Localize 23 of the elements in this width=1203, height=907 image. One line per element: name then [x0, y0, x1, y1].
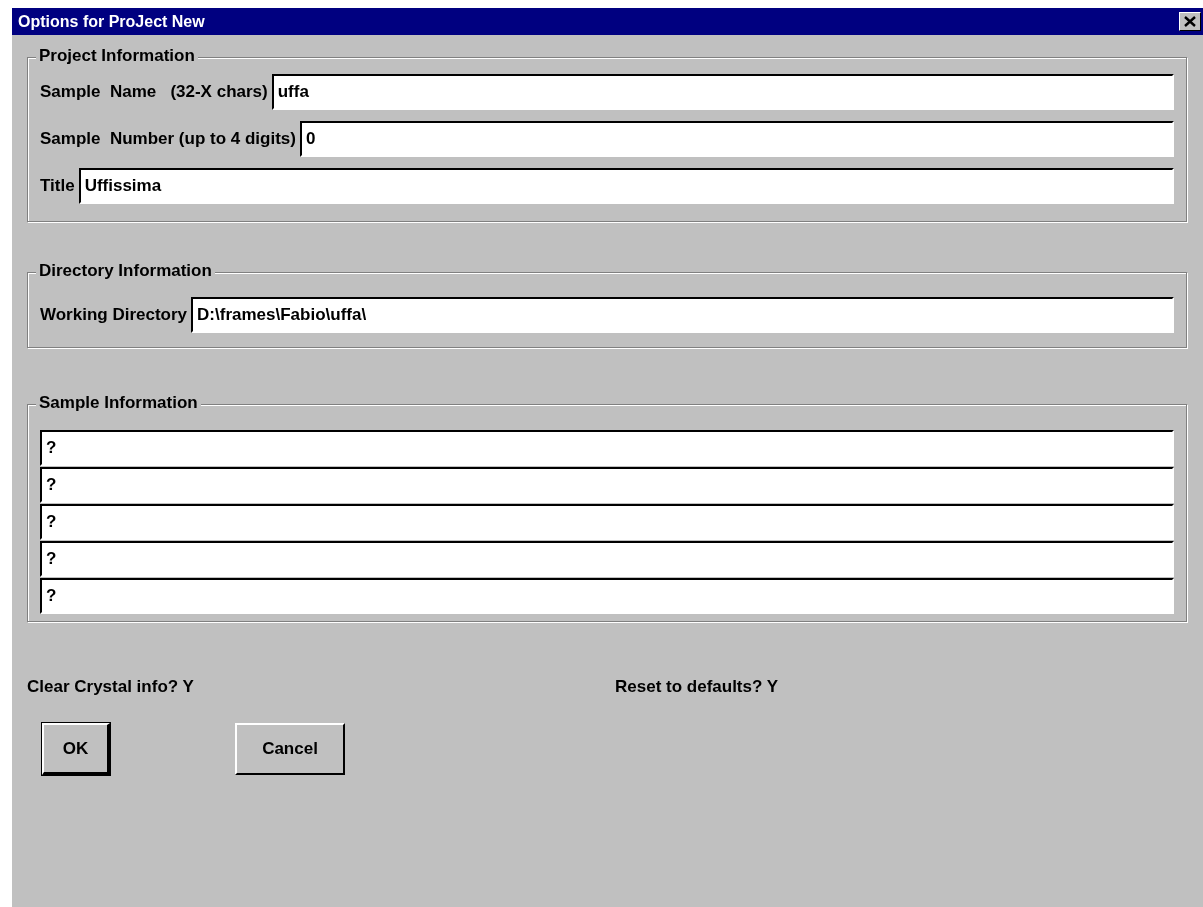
prompt-text: Reset to defaults? Y — [615, 677, 779, 697]
close-icon — [1184, 16, 1196, 27]
group-title: Directory Information — [36, 261, 215, 281]
close-button[interactable] — [1179, 12, 1201, 31]
group-title: Sample Information — [36, 393, 201, 413]
text-field[interactable]: ? — [40, 504, 1174, 540]
text-field[interactable]: Uffissima — [78, 168, 1174, 204]
cancel-button[interactable]: Cancel — [235, 723, 345, 775]
field-label: Sample Number (up to 4 digits) — [40, 129, 296, 149]
text-field[interactable]: ? — [40, 467, 1174, 503]
text-field[interactable]: ? — [40, 430, 1174, 466]
group-title: Project Information — [36, 46, 198, 66]
text-field[interactable]: 0 — [299, 121, 1174, 157]
text-field[interactable]: ? — [40, 578, 1174, 614]
ok-button[interactable]: OK — [42, 723, 110, 775]
field-label: Title — [40, 176, 75, 196]
text-field[interactable]: D:\frames\Fabio\uffa\ — [191, 297, 1174, 333]
field-label: Sample Name (32-X chars) — [40, 82, 268, 102]
text-field[interactable]: ? — [40, 541, 1174, 577]
window-title: Options for ProJect New — [18, 12, 205, 31]
field-label: Working Directory — [40, 305, 188, 325]
text-field[interactable]: uffa — [271, 74, 1174, 110]
prompt-text: Clear Crystal info? Y — [27, 677, 195, 697]
